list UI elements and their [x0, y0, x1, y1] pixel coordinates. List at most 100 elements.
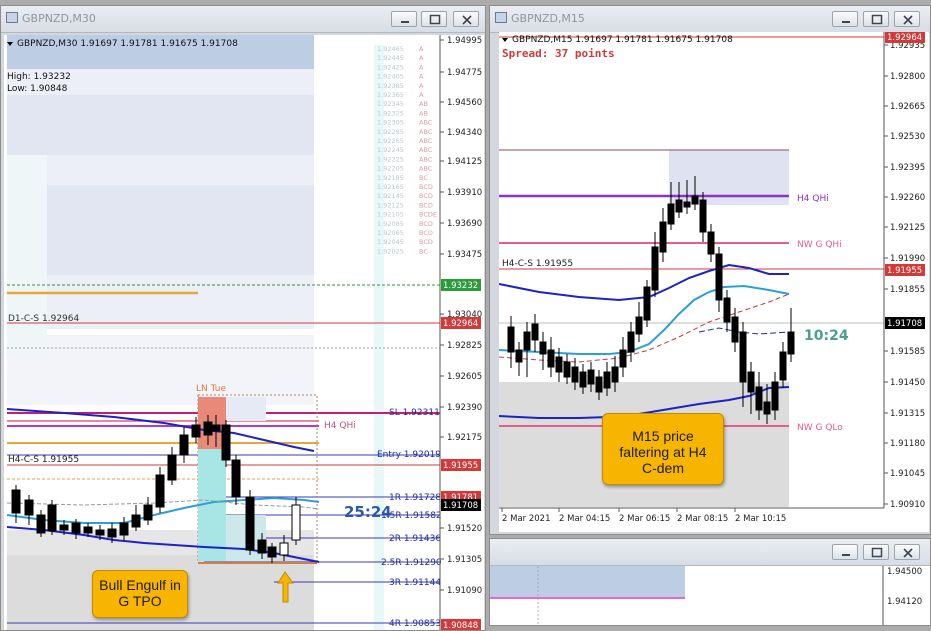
tpo-level-price: 1.92385 [377, 82, 404, 90]
h4-qhi-label: H4 QHi [324, 421, 356, 431]
tpo-level-price: 1.92445 [377, 54, 404, 62]
candle-body [167, 454, 177, 481]
left-chart-header: GBPNZD,M30 1.91697 1.91781 1.91675 1.917… [17, 39, 238, 49]
minimize-button-right[interactable] [832, 11, 858, 27]
candle-body [579, 371, 587, 388]
bottom-chart-area[interactable]: 1.94500 1.94120 [490, 566, 931, 626]
maximize-button[interactable] [421, 11, 447, 27]
tpo-level-letters: BCD [419, 220, 433, 228]
close-icon [903, 548, 913, 558]
minimize-button-bottom[interactable] [832, 544, 858, 560]
tpo-level-price: 1.92425 [377, 63, 404, 71]
minimize-icon [401, 21, 409, 23]
bottom-axis-tick-2: 1.94120 [887, 597, 922, 607]
chart-window-icon [6, 12, 18, 23]
candle-body [667, 203, 675, 225]
r25-label: 2.5R 1.91290 [381, 558, 442, 568]
tpo-level-price: 1.92205 [377, 165, 404, 173]
candle-body [83, 526, 93, 534]
tpo-level-price: 1.92245 [377, 146, 404, 154]
tpo-level-price: 1.92025 [377, 247, 404, 255]
candle-body [221, 424, 231, 461]
candle-body [603, 371, 611, 389]
tpo-level-price: 1.92365 [377, 91, 404, 99]
right-axis-tick-label: 1.91855 [890, 285, 925, 295]
tpo-level-letters: A [419, 63, 424, 71]
nw-g-qlo-label: NW G QLo [797, 423, 843, 433]
top-price-tag-text: 1.92964 [887, 33, 922, 43]
close-icon [462, 15, 472, 25]
candle-body [723, 297, 731, 323]
right-axis-tick-label: 1.91450 [890, 378, 925, 388]
time-axis-label: 2 Mar 06:15 [619, 514, 670, 524]
candle-body [257, 539, 267, 554]
bottom-window-titlebar[interactable] [490, 539, 930, 566]
candle-body [763, 401, 771, 415]
tpo-zone-mid2 [7, 185, 314, 275]
tpo-level-price: 1.92265 [377, 137, 404, 145]
candle-body [203, 421, 213, 436]
tpo-level-letters: BCD [419, 201, 433, 209]
candle-body [523, 331, 531, 351]
candle-body [555, 356, 563, 373]
maximize-button-bottom[interactable] [863, 544, 889, 560]
maximize-button-right[interactable] [863, 11, 889, 27]
tpo-level-letters: ABC [419, 155, 433, 163]
left-window-titlebar[interactable]: GBPNZD,M30 [1, 6, 485, 33]
candle-body [11, 489, 21, 514]
close-button-bottom[interactable] [894, 544, 920, 560]
tpo-level-price: 1.92065 [377, 229, 404, 237]
left-axis-tick-label: 1.91090 [447, 586, 482, 596]
time-axis-label: 2 Mar 08:15 [677, 514, 728, 524]
maximize-icon [871, 547, 883, 558]
left-chart-window[interactable]: GBPNZD,M30 1.92465 A 1.92445 A 1.92425 A 1.924… [0, 5, 486, 631]
candle-body [691, 195, 699, 205]
left-blue-ma-upper [6, 408, 315, 452]
tpo-level-letters: A [419, 82, 424, 90]
tpo-level-letters: BC [419, 247, 428, 255]
ln-tue-label: LN Tue [196, 384, 226, 394]
right-window-titlebar[interactable]: GBPNZD,M15 [490, 6, 930, 33]
tpo-level-price: 1.92345 [377, 100, 404, 108]
r1-label: 1R 1.91728 [389, 493, 441, 503]
close-button-right[interactable] [894, 11, 920, 27]
d1cs-label: D1-C-S 1.92964 [8, 314, 80, 324]
candle-body [119, 522, 129, 536]
sl-zone-light [226, 397, 266, 421]
close-button[interactable] [453, 11, 479, 27]
high-price-tag-text: 1.93232 [443, 281, 478, 291]
left-chart-svg[interactable]: 1.92465 A 1.92445 A 1.92425 A 1.92405 A 1.92385 A… [4, 35, 484, 631]
candle-body [47, 504, 57, 532]
candle-body [211, 424, 221, 432]
candle-body [643, 286, 651, 321]
minimize-button[interactable] [391, 11, 417, 27]
left-axis-tick-label: 1.94995 [447, 36, 482, 46]
candle-body [563, 361, 571, 378]
right-axis-tick-label: 1.92665 [890, 102, 925, 112]
left-price-axis: 1.94995 1.94775 1.94560 1.94340 1.94125 1.939… [440, 36, 482, 596]
tpo-level-price: 1.92045 [377, 238, 404, 246]
candle-body [611, 366, 619, 383]
right-chart-header: GBPNZD,M15 1.91697 1.91781 1.91675 1.917… [512, 35, 733, 45]
bottom-chart-window[interactable]: 1.94500 1.94120 [489, 538, 931, 626]
tpo-level-price: 1.92145 [377, 192, 404, 200]
minimize-icon [842, 554, 850, 556]
bottom-chart-svg[interactable]: 1.94500 1.94120 [490, 566, 931, 626]
r3-label: 3R 1.91144 [389, 578, 441, 588]
candle-body [131, 514, 141, 528]
left-axis-tick-label: 1.94125 [447, 157, 482, 167]
bottom-axis-tick-1: 1.94500 [887, 567, 922, 577]
bull-engulf-text: Bull Engulf in G TPO [99, 577, 181, 609]
tpo-letters-column: 1.92465 A 1.92445 A 1.92425 A 1.92405 A 1.92385 A… [377, 45, 437, 255]
left-axis-tick-label: 1.92390 [447, 403, 482, 413]
h4cs-label: H4-C-S 1.91955 [8, 455, 79, 465]
minimize-icon [842, 21, 850, 23]
left-axis-tick-label: 1.92175 [447, 433, 482, 443]
left-chart-area[interactable]: 1.92465 A 1.92445 A 1.92425 A 1.92405 A 1.92385 A… [4, 35, 484, 631]
time-axis-label: 2 Mar 2021 [502, 514, 550, 524]
low-price-tag-text: 1.90848 [443, 621, 478, 631]
candle-timer: 25:24 [344, 503, 392, 521]
candle-body [59, 524, 69, 531]
tpo-column-left [7, 155, 47, 355]
bull-engulf-callout: Bull Engulf in G TPO [92, 570, 188, 618]
